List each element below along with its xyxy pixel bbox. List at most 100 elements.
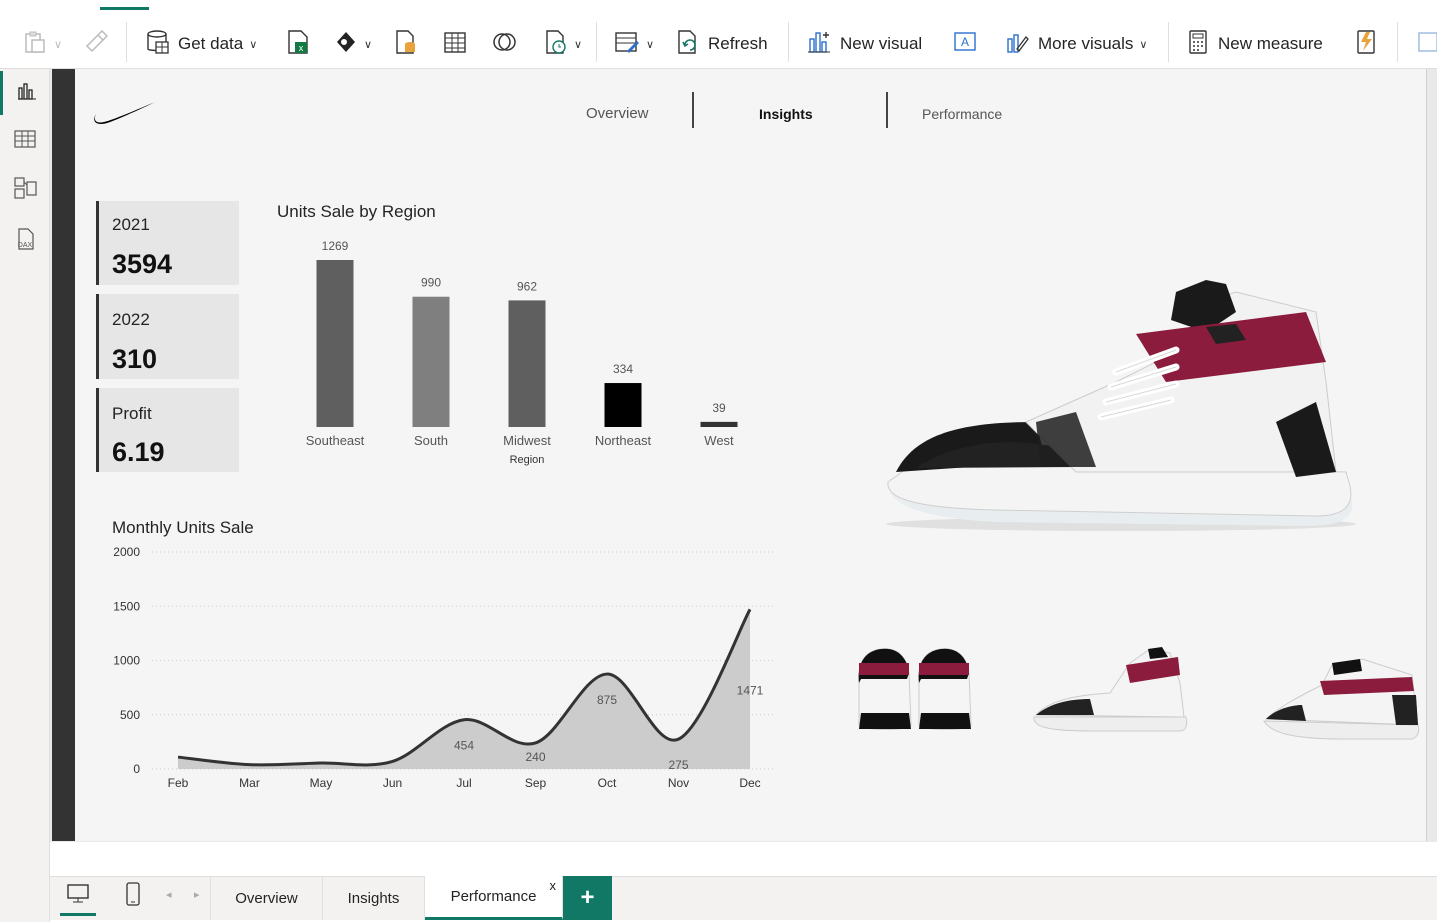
nav-overview[interactable]: Overview (586, 105, 649, 122)
x-tick-label: Mar (239, 776, 260, 790)
dataverse-button[interactable] (492, 27, 518, 61)
datahub-icon (334, 30, 358, 59)
bar-midwest[interactable] (508, 300, 546, 427)
chevron-down-icon: ∨ (54, 38, 63, 51)
bar-category-label: Midwest (503, 433, 551, 448)
y-tick-label: 0 (133, 762, 140, 776)
hero-shoe-image (876, 272, 1360, 534)
x-tick-label: Nov (668, 776, 689, 790)
shoe-thumbnail-angle[interactable] (1262, 655, 1420, 743)
bar-data-label: 990 (421, 276, 441, 290)
kpi-label: Profit (112, 404, 152, 423)
point-data-label: 275 (668, 758, 688, 772)
shoe-thumbnail-pair[interactable] (855, 643, 975, 735)
x-tick-label: May (310, 776, 333, 790)
chevron-down-icon: ∨ (1139, 38, 1148, 51)
clipboard-icon (22, 29, 48, 60)
nav-performance[interactable]: Performance (922, 106, 1002, 122)
format-painter-button[interactable] (84, 27, 109, 61)
dax-query-view-button[interactable]: DAX (0, 219, 50, 263)
kpi-label: 2022 (112, 310, 150, 329)
refresh-button[interactable]: Refresh (676, 27, 768, 61)
kpi-card-2022[interactable]: 2022 310 (96, 294, 239, 379)
monthly-chart-title: Monthly Units Sale (112, 518, 254, 537)
kpi-card-2021[interactable]: 2021 3594 (96, 201, 239, 285)
point-data-label: 875 (597, 693, 617, 707)
ribbon-tab-indicator (100, 7, 149, 10)
desktop-layout-button[interactable] (60, 878, 96, 916)
paste-button[interactable]: ∨ (22, 27, 62, 61)
point-data-label: 1471 (737, 683, 764, 697)
new-measure-button[interactable]: New measure (1186, 27, 1323, 61)
shoe-thumbnail-side[interactable] (1030, 643, 1188, 735)
kpi-card-profit[interactable]: Profit 6.19 (96, 388, 239, 472)
scroll-right-icon[interactable]: ▸ (194, 888, 200, 901)
x-tick-label: Sep (525, 776, 547, 790)
add-page-button[interactable]: + (563, 876, 612, 920)
units-by-region-chart[interactable]: 1269 Southeast 990 South 962 Midwest 334 Northe… (280, 230, 780, 475)
get-data-button[interactable]: Get data ∨ (146, 27, 257, 61)
more-visuals-label: More visuals (1038, 34, 1134, 53)
table-icon (14, 129, 36, 154)
scroll-left-icon[interactable]: ◂ (166, 888, 172, 901)
page-tab-performance[interactable]: Performance x (425, 876, 563, 920)
refresh-icon (676, 29, 700, 60)
bar-data-label: 1269 (322, 239, 349, 253)
dataverse-icon (492, 30, 518, 59)
excel-button[interactable]: x (286, 27, 310, 61)
model-view-button[interactable] (0, 168, 50, 212)
x-tick-label: Feb (168, 776, 189, 790)
monthly-units-chart[interactable]: 0 500 1000 1500 2000 Feb Mar May Jun Jul 454 Sep 240… (100, 540, 790, 800)
chevron-down-icon: ∨ (364, 38, 373, 51)
sql-server-button[interactable] (394, 27, 418, 61)
table-view-button[interactable] (0, 119, 50, 163)
refresh-label: Refresh (708, 34, 768, 53)
page-tab-label: Performance (450, 888, 537, 905)
document-clock-icon (544, 29, 568, 60)
text-box-button[interactable]: A (952, 27, 978, 61)
bar-south[interactable] (412, 296, 450, 427)
transform-data-button[interactable]: ∨ (614, 27, 654, 61)
bar-west[interactable] (700, 421, 738, 427)
report-view-button[interactable] (0, 71, 50, 115)
database-icon (146, 29, 170, 60)
x-tick-label: Jun (383, 776, 402, 790)
y-tick-label: 1000 (113, 654, 140, 668)
document-db-icon (394, 29, 418, 60)
enter-data-button[interactable] (443, 27, 467, 61)
bar-chart-plus-icon (806, 29, 832, 60)
bar-data-label: 39 (712, 401, 726, 415)
more-visuals-button[interactable]: More visuals ∨ (1004, 27, 1147, 61)
x-axis-title: Region (510, 454, 545, 466)
recent-sources-button[interactable]: ∨ (544, 27, 582, 61)
kpi-value: 310 (112, 344, 158, 374)
page-tab-overview[interactable]: Overview (210, 876, 323, 920)
bar-northeast[interactable] (604, 383, 642, 427)
region-chart-title: Units Sale by Region (277, 202, 436, 221)
bar-southeast[interactable] (316, 260, 354, 427)
dax-icon: DAX (13, 227, 37, 256)
nav-insights[interactable]: Insights (759, 106, 813, 122)
chart-edit-icon (1004, 29, 1030, 60)
bar-category-label: West (704, 433, 734, 448)
mobile-layout-button[interactable] (118, 878, 148, 914)
text-box-icon: A (952, 30, 978, 59)
table-grid-icon (443, 30, 467, 59)
grid-icon (1416, 30, 1437, 59)
page-tab-insights[interactable]: Insights (323, 876, 425, 920)
chevron-down-icon: ∨ (574, 38, 583, 51)
page-tab-label: Insights (347, 889, 400, 907)
overflow-button[interactable] (1416, 27, 1437, 61)
point-data-label: 240 (525, 750, 545, 764)
new-visual-button[interactable]: New visual (806, 27, 922, 61)
bar-data-label: 334 (613, 362, 633, 376)
close-page-icon[interactable]: x (550, 878, 557, 893)
y-tick-label: 500 (120, 708, 140, 722)
quick-measure-button[interactable] (1354, 27, 1378, 61)
report-left-band (52, 69, 75, 841)
datahub-button[interactable]: ∨ (334, 27, 372, 61)
bar-chart-icon (17, 81, 37, 106)
calculator-icon (1186, 29, 1210, 60)
kpi-value: 6.19 (112, 437, 165, 467)
kpi-label: 2021 (112, 215, 150, 234)
